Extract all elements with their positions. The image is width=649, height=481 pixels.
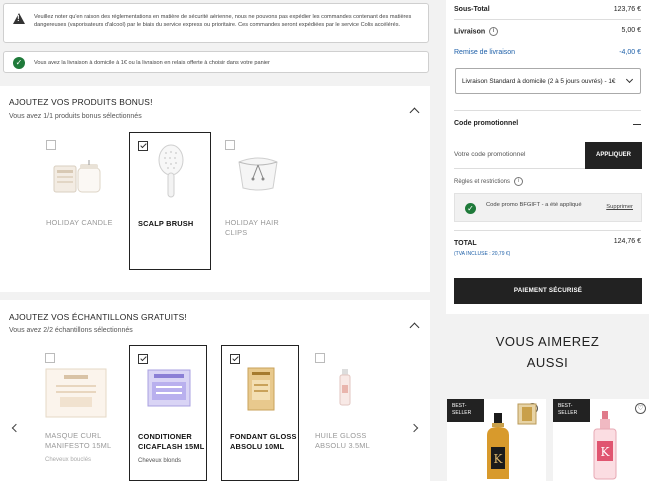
subtotal-value: 123,76 € xyxy=(613,6,641,13)
warning-icon xyxy=(13,13,25,25)
info-icon[interactable]: i xyxy=(489,27,499,36)
bonus-item-holiday-candle[interactable]: HOLIDAY CANDLE xyxy=(38,132,120,270)
vial-product-image xyxy=(337,367,353,412)
checkbox[interactable] xyxy=(138,141,148,151)
bonus-title: AJOUTEZ VOS PRODUITS BONUS! xyxy=(9,97,153,107)
cart-page: Veuillez noter qu'en raison des réglemen… xyxy=(0,0,649,481)
discount-label: Remise de livraison xyxy=(454,49,516,56)
item-desc: Cheveux blonds xyxy=(138,458,182,464)
candle-product-image xyxy=(52,158,106,199)
checkbox[interactable] xyxy=(225,140,235,150)
secure-payment-button[interactable]: PAIEMENT SÉCURISÉ xyxy=(454,278,642,304)
brush-product-image xyxy=(154,143,188,204)
bonus-subtitle: Vous avez 1/1 produits bonus sélectionné… xyxy=(9,113,142,120)
badge-line2: SELLER xyxy=(452,410,472,416)
serum-bottle-image: K xyxy=(591,411,619,481)
sample-item-conditioner-cicaflash[interactable]: CONDITIONER CICAFLASH 15ML Cheveux blond… xyxy=(129,345,207,481)
checkbox[interactable] xyxy=(45,353,55,363)
samples-title: AJOUTEZ VOS ÉCHANTILLONS GRATUITS! xyxy=(9,312,187,322)
shipping-method-value: Livraison Standard à domicile (2 à 5 jou… xyxy=(462,78,616,85)
recommended-product-card[interactable]: BEST- SELLER ♡ K xyxy=(553,399,649,481)
chevron-down-icon xyxy=(625,75,634,84)
sachet-product-image xyxy=(246,366,276,417)
svg-text:K: K xyxy=(601,445,611,459)
best-seller-badge: BEST- SELLER xyxy=(447,399,484,422)
collapse-minus-icon[interactable] xyxy=(633,124,641,125)
badge-line2: SELLER xyxy=(558,410,578,416)
sachet-product-image xyxy=(44,367,108,424)
total-value: 124,76 € xyxy=(613,238,641,245)
box-image xyxy=(517,403,537,430)
checkbox[interactable] xyxy=(46,140,56,150)
divider xyxy=(454,19,641,20)
checkbox[interactable] xyxy=(230,354,240,364)
samples-subtitle: Vous avez 2/2 échantillons sélectionnés xyxy=(9,327,133,334)
rules-link-wrap[interactable]: Règles et restrictions i xyxy=(454,177,524,186)
info-icon[interactable]: i xyxy=(514,177,524,186)
item-name: HOLIDAY CANDLE xyxy=(46,218,113,227)
item-name: MASQUE CURL MANIFESTO 15ML xyxy=(45,431,112,450)
shipping-value: 5,00 € xyxy=(621,27,641,34)
item-name: HOLIDAY HAIR CLIPS xyxy=(225,218,279,237)
remove-promo-link[interactable]: Supprimer xyxy=(606,204,633,210)
reco-title-line1: VOUS AIMEREZ xyxy=(495,334,600,349)
item-name: CONDITIONER CICAFLASH 15ML xyxy=(138,432,205,451)
pouch-product-image xyxy=(231,152,285,197)
discount-value: -4,00 € xyxy=(619,49,641,56)
hazmat-warning-notice: Veuillez noter qu'en raison des réglemen… xyxy=(3,3,429,43)
chevron-up-icon[interactable] xyxy=(409,322,420,333)
promo-applied-text: Code promo BFGIFT - a été appliqué xyxy=(486,202,582,208)
check-circle-icon: ✓ xyxy=(13,57,25,69)
order-summary: Sous-Total 123,76 € Livraison i 5,00 € Re… xyxy=(446,0,649,314)
badge-line1: BEST- xyxy=(452,403,467,409)
elixir-bottle-image: K xyxy=(483,413,513,481)
subtotal-label: Sous-Total xyxy=(454,6,490,13)
bonus-item-holiday-hair-clips[interactable]: HOLIDAY HAIR CLIPS xyxy=(217,132,299,270)
shipping-label: Livraison xyxy=(454,28,486,36)
promo-code-input[interactable]: Votre code promotionnel xyxy=(454,142,586,169)
sample-item-huile-gloss-absolu[interactable]: HUILE GLOSS ABSOLU 3.5ML xyxy=(307,345,385,481)
shipping-notice-text: Vous avez la livraison à domicile à 1€ o… xyxy=(34,60,270,66)
sachet-product-image xyxy=(146,368,192,413)
rules-label[interactable]: Règles et restrictions xyxy=(454,179,510,185)
checkbox[interactable] xyxy=(315,353,325,363)
sample-item-fondant-gloss-absolu[interactable]: FONDANT GLOSS ABSOLU 10ML xyxy=(221,345,299,481)
check-icon xyxy=(140,141,147,149)
best-seller-badge: BEST- SELLER xyxy=(553,399,590,422)
reco-title-line2: AUSSI xyxy=(526,355,569,370)
item-name: FONDANT GLOSS ABSOLU 10ML xyxy=(230,432,297,451)
check-icon xyxy=(140,354,147,362)
check-circle-icon: ✓ xyxy=(465,203,476,214)
item-name: SCALP BRUSH xyxy=(138,219,194,228)
apply-promo-button[interactable]: APPLIQUER xyxy=(585,142,642,169)
tva-note: (TVA INCLUSE : 20,79 €) xyxy=(454,251,511,257)
badge-line1: BEST- xyxy=(558,403,573,409)
bonus-item-scalp-brush[interactable]: SCALP BRUSH xyxy=(129,132,211,270)
svg-text:K: K xyxy=(494,452,504,466)
shipping-method-select[interactable]: Livraison Standard à domicile (2 à 5 jou… xyxy=(455,68,641,94)
chevron-up-icon[interactable] xyxy=(409,107,420,118)
recommended-product-card[interactable]: BEST- SELLER ♡ K xyxy=(447,399,546,481)
item-name: HUILE GLOSS ABSOLU 3.5ML xyxy=(315,431,370,450)
item-desc: Cheveux bouclés xyxy=(45,457,92,463)
warning-text: Veuillez noter qu'en raison des réglemen… xyxy=(34,14,412,28)
promo-applied-banner: ✓ Code promo BFGIFT - a été appliqué Sup… xyxy=(454,193,642,222)
sample-item-masque-curl-manifesto[interactable]: MASQUE CURL MANIFESTO 15ML Cheveux boucl… xyxy=(37,345,115,481)
checkbox[interactable] xyxy=(138,354,148,364)
recommendations-title: VOUS AIMEREZ AUSSI xyxy=(446,331,649,373)
promo-title: Code promotionnel xyxy=(454,120,519,127)
shipping-notice: ✓ Vous avez la livraison à domicile à 1€… xyxy=(3,51,429,73)
check-icon xyxy=(232,354,239,362)
total-label: TOTAL xyxy=(454,240,477,247)
heart-icon[interactable]: ♡ xyxy=(635,403,646,414)
shipping-label-wrap: Livraison i xyxy=(454,27,499,36)
divider xyxy=(454,230,641,231)
divider xyxy=(454,110,641,111)
